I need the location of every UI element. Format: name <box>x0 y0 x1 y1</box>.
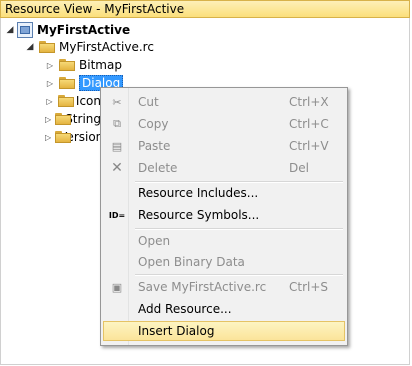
resource-symbols-icon: ID= <box>108 210 126 220</box>
menu-item-label: Paste <box>138 139 171 153</box>
collapsed-arrow-icon[interactable]: ▷ <box>45 133 51 142</box>
expanded-arrow-icon[interactable]: ◢ <box>5 25 15 35</box>
menu-item-shortcut: Ctrl+X <box>289 95 329 109</box>
copy-icon: ⧉ <box>113 117 121 130</box>
tree-node-label: Bitmap <box>79 58 122 72</box>
tree-node-project-label: MyFirstActive <box>37 23 131 37</box>
menu-item-shortcut: Del <box>289 161 309 175</box>
folder-icon <box>55 113 72 125</box>
expanded-arrow-icon[interactable]: ◢ <box>25 42 35 52</box>
tree-node-rc-label: MyFirstActive.rc <box>59 40 154 54</box>
tree-node-string[interactable]: ▷ String <box>45 110 101 128</box>
menu-item-paste[interactable]: ▤ Paste Ctrl+V <box>103 136 345 156</box>
menu-separator <box>135 228 343 230</box>
collapsed-arrow-icon[interactable]: ▷ <box>45 79 55 88</box>
menu-item-label: Delete <box>138 161 178 175</box>
menu-item-label: Resource Includes... <box>138 186 259 200</box>
menu-item-shortcut: Ctrl+S <box>289 280 329 294</box>
scissors-icon: ✂ <box>112 95 122 109</box>
menu-item-resource-symbols[interactable]: ID= Resource Symbols... <box>103 205 345 225</box>
menu-separator <box>135 274 343 276</box>
menu-item-label: Open Binary Data <box>138 255 245 269</box>
menu-item-label: Open <box>138 234 171 248</box>
menu-item-insert-dialog[interactable]: Insert Dialog <box>103 321 345 341</box>
menu-item-add-resource[interactable]: Add Resource... <box>103 299 345 319</box>
tree-node-bitmap[interactable]: ▷ Bitmap <box>45 56 122 74</box>
menu-item-save[interactable]: ▣ Save MyFirstActive.rc Ctrl+S <box>103 277 345 297</box>
menu-item-open-binary-data[interactable]: Open Binary Data <box>103 252 345 272</box>
folder-icon <box>57 95 74 107</box>
menu-item-label: Insert Dialog <box>138 324 215 338</box>
tree-node-label: Icon <box>75 94 101 108</box>
tree-node-rc-file[interactable]: ◢ MyFirstActive.rc <box>25 38 154 56</box>
menu-item-label: Copy <box>138 117 169 131</box>
delete-x-icon: ✕ <box>111 160 123 176</box>
menu-item-label: Cut <box>138 95 159 109</box>
menu-item-cut[interactable]: ✂ Cut Ctrl+X <box>103 92 345 112</box>
tree-node-version[interactable]: ▷ Version <box>45 128 101 146</box>
paste-icon: ▤ <box>111 139 123 153</box>
folder-icon <box>39 41 55 53</box>
menu-item-label: Save MyFirstActive.rc <box>138 280 267 294</box>
menu-item-shortcut: Ctrl+C <box>289 117 329 131</box>
panel-title-bar: Resource View - MyFirstActive <box>0 0 410 18</box>
floppy-disk-icon: ▣ <box>111 280 123 294</box>
project-icon <box>17 22 33 38</box>
folder-icon <box>59 59 75 71</box>
menu-item-shortcut: Ctrl+V <box>289 139 329 153</box>
menu-item-resource-includes[interactable]: Resource Includes... <box>103 183 345 203</box>
context-menu: ✂ Cut Ctrl+X ⧉ Copy Ctrl+C ▤ Paste Ctrl+… <box>100 87 348 346</box>
tree-node-project[interactable]: ◢ MyFirstActive <box>5 21 130 39</box>
menu-item-delete[interactable]: ✕ Delete Del <box>103 158 345 178</box>
tree-node-icon[interactable]: ▷ Icon <box>45 92 101 110</box>
menu-item-label: Resource Symbols... <box>138 208 260 222</box>
collapsed-arrow-icon[interactable]: ▷ <box>45 97 54 106</box>
menu-item-label: Add Resource... <box>138 302 232 316</box>
menu-item-open[interactable]: Open <box>103 231 345 251</box>
collapsed-arrow-icon[interactable]: ▷ <box>45 115 51 124</box>
folder-icon <box>59 77 75 89</box>
collapsed-arrow-icon[interactable]: ▷ <box>45 61 55 70</box>
menu-item-copy[interactable]: ⧉ Copy Ctrl+C <box>103 114 345 134</box>
panel-title: Resource View - MyFirstActive <box>5 2 185 16</box>
